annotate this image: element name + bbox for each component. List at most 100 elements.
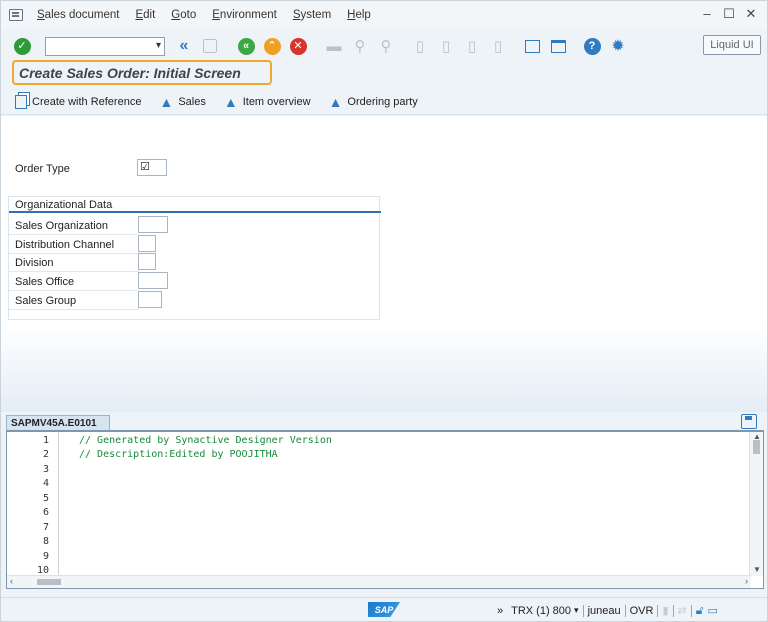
create-with-reference-label: Create with Reference xyxy=(32,95,142,108)
double-chevron-left-icon: « xyxy=(179,37,189,54)
ordering-party-label: Ordering party xyxy=(347,95,418,108)
help-button[interactable]: ? xyxy=(581,35,603,57)
find-next-button[interactable]: ⚲ xyxy=(375,35,397,57)
create-with-reference-button[interactable]: Create with Reference xyxy=(15,94,142,109)
scroll-left-icon[interactable]: ‹ xyxy=(10,576,13,586)
row-divider xyxy=(9,253,139,254)
new-session-icon xyxy=(524,39,540,53)
menu-goto[interactable]: Goto xyxy=(163,9,204,21)
application-toolbar: Create with Reference ▲ Sales ▲ Item ove… xyxy=(1,89,767,115)
new-session-button[interactable] xyxy=(521,35,543,57)
sales-office-input[interactable] xyxy=(138,272,168,289)
standard-toolbar: ✓ ▾ « « ⌃ ✕ ▬ ⚲ ⚲ ▯ ▯ ▯ ▯ ? ✹ Liquid UI xyxy=(1,31,767,61)
line-number: 6 xyxy=(42,507,49,518)
line-number: 4 xyxy=(42,478,49,489)
first-page-icon: ▯ xyxy=(415,38,425,55)
maximize-icon[interactable]: ☐ xyxy=(723,7,735,21)
first-page-button[interactable]: ▯ xyxy=(409,35,431,57)
menu-sales-document[interactable]: Sales document xyxy=(29,9,127,21)
horizontal-scrollbar[interactable]: ‹ › xyxy=(7,575,751,588)
organizational-data-title: Organizational Data xyxy=(15,199,113,211)
window-controls: – ☐ ✕ xyxy=(701,7,757,21)
insert-mode[interactable]: OVR xyxy=(630,605,654,617)
code-line[interactable]: // Generated by Synactive Designer Versi… xyxy=(79,435,332,446)
sales-organization-input[interactable] xyxy=(138,216,168,233)
scroll-thumb[interactable] xyxy=(37,579,61,585)
menu-help[interactable]: Help xyxy=(339,9,379,21)
division-input[interactable] xyxy=(138,253,156,270)
shortcut-icon xyxy=(550,39,566,53)
chevron-down-icon[interactable]: ▾ xyxy=(574,605,579,616)
chevron-down-icon[interactable]: ▾ xyxy=(156,40,161,51)
exit-icon: ⌃ xyxy=(263,37,281,55)
ordering-party-button[interactable]: ▲ Ordering party xyxy=(329,94,418,110)
status-menu-icon[interactable]: ▭ xyxy=(708,604,718,617)
lock-icon[interactable]: 🔓︎ xyxy=(696,603,704,618)
menu-icon[interactable] xyxy=(9,9,23,21)
expand-status-icon[interactable]: » xyxy=(497,605,503,617)
row-divider xyxy=(9,290,139,291)
status-separator xyxy=(672,604,674,617)
line-number: 1 xyxy=(42,435,49,446)
next-page-button[interactable]: ▯ xyxy=(461,35,483,57)
save-script-icon[interactable] xyxy=(741,414,757,429)
collapse-command-button[interactable]: « xyxy=(173,35,195,57)
menu-system[interactable]: System xyxy=(285,9,339,21)
distribution-channel-input[interactable] xyxy=(138,235,156,252)
menu-edit[interactable]: Edit xyxy=(127,9,163,21)
organizational-data-group: Organizational Data Sales Organization D… xyxy=(8,196,381,320)
shortcut-button[interactable] xyxy=(547,35,569,57)
back-button[interactable]: « xyxy=(235,35,257,57)
command-field[interactable]: ▾ xyxy=(45,36,165,56)
mountain-icon: ▲ xyxy=(328,93,343,110)
status-separator xyxy=(582,604,584,617)
editor-tab[interactable]: SAPMV45A.E0101 xyxy=(6,415,110,431)
division-label: Division xyxy=(15,257,54,269)
item-overview-label: Item overview xyxy=(242,95,311,108)
vertical-scrollbar[interactable]: ▲ ▼ xyxy=(749,432,763,576)
previous-page-button[interactable]: ▯ xyxy=(435,35,457,57)
order-type-label: Order Type xyxy=(15,163,70,175)
scroll-right-icon[interactable]: › xyxy=(745,576,748,586)
code-line[interactable]: // Description:Edited by POOJITHA xyxy=(79,449,278,460)
cancel-icon: ✕ xyxy=(289,37,307,55)
sales-button[interactable]: ▲ Sales xyxy=(159,94,205,110)
menu-environment[interactable]: Environment xyxy=(204,9,285,21)
exit-button[interactable]: ⌃ xyxy=(261,35,283,57)
cancel-button[interactable]: ✕ xyxy=(287,35,309,57)
sales-group-input[interactable] xyxy=(138,291,162,308)
connection-icon: ▮ xyxy=(662,605,669,617)
binoculars-next-icon: ⚲ xyxy=(380,38,392,55)
save-icon xyxy=(203,39,217,53)
liquid-ui-button[interactable]: Liquid UI xyxy=(703,35,761,55)
scroll-thumb[interactable] xyxy=(753,440,760,454)
enter-button[interactable]: ✓ xyxy=(11,35,33,57)
copy-icon xyxy=(15,94,27,109)
transfer-icon: ⇄ xyxy=(677,605,687,617)
row-divider xyxy=(9,309,139,310)
line-number: 7 xyxy=(42,522,49,533)
order-type-input[interactable]: ☑ xyxy=(137,159,167,176)
main-content: Order Type ☑ Organizational Data Sales O… xyxy=(1,116,767,412)
customize-button[interactable]: ✹ xyxy=(607,35,629,57)
print-button[interactable]: ▬ xyxy=(323,35,345,57)
status-bar: SAP » TRX (1) 800 ▾ juneau OVR ▮ ⇄ 🔓︎ ▭ xyxy=(1,597,767,621)
save-button[interactable] xyxy=(199,35,221,57)
row-divider xyxy=(9,271,139,272)
item-overview-button[interactable]: ▲ Item overview xyxy=(224,94,311,110)
line-number: 3 xyxy=(42,464,49,475)
system-info[interactable]: TRX (1) 800 xyxy=(511,605,571,617)
group-divider xyxy=(9,211,381,213)
sales-label: Sales xyxy=(178,95,206,108)
mountain-icon: ▲ xyxy=(223,93,238,110)
close-icon[interactable]: ✕ xyxy=(745,7,757,21)
page-title-box: Create Sales Order: Initial Screen xyxy=(12,60,272,85)
scroll-down-icon[interactable]: ▼ xyxy=(753,565,761,574)
script-editor[interactable]: 1 2 3 4 5 6 7 8 9 10 // Generated by Syn… xyxy=(6,431,764,589)
last-page-button[interactable]: ▯ xyxy=(487,35,509,57)
sales-organization-label: Sales Organization xyxy=(15,220,108,232)
sap-logo: SAP xyxy=(368,602,400,617)
minimize-icon[interactable]: – xyxy=(701,7,713,21)
find-button[interactable]: ⚲ xyxy=(349,35,371,57)
line-number: 5 xyxy=(42,493,49,504)
